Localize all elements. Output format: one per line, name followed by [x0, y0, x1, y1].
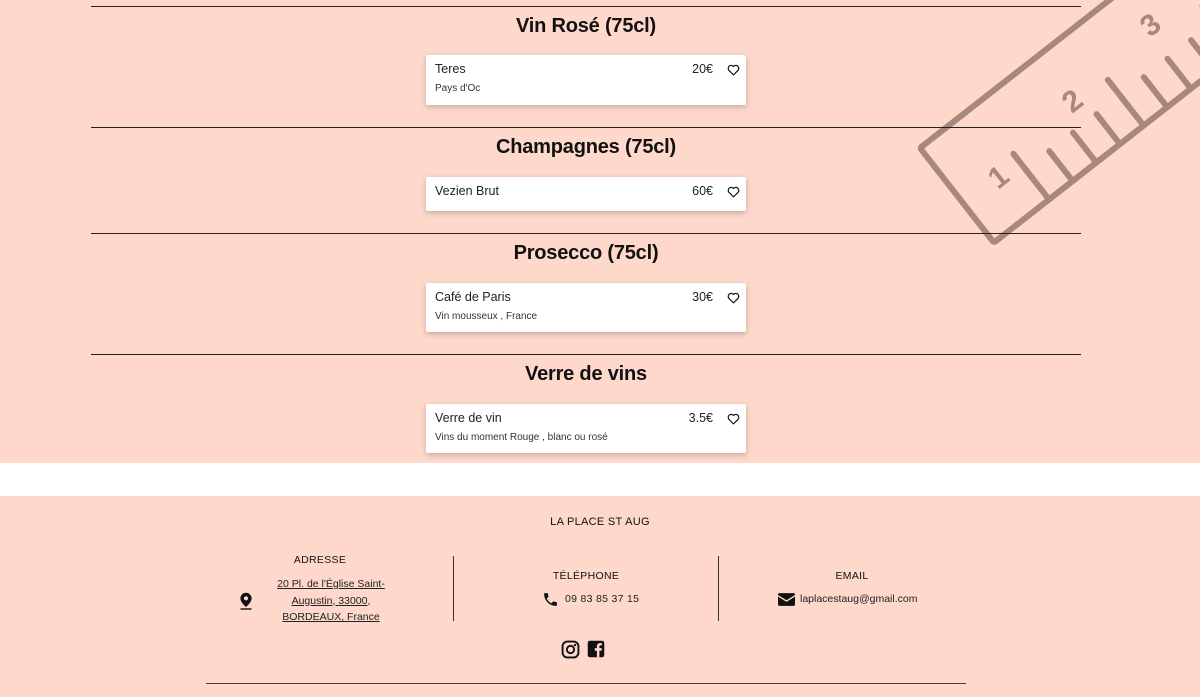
address-link[interactable]: 20 Pl. de l'Église Saint- Augustin, 3300… [268, 576, 394, 626]
email-address[interactable]: laplacestaug@gmail.com [800, 593, 917, 605]
phone-title: TÉLÉPHONE [552, 570, 620, 582]
item-description: Pays d'Oc [435, 83, 481, 94]
footer-divider [206, 683, 966, 684]
item-price: 3.5€ [688, 411, 713, 425]
section-title: Vin Rosé (75cl) [515, 15, 657, 37]
menu-item-card[interactable]: Café de Paris 30€ Vin mousseux , France [426, 283, 746, 332]
menu-area: 1 2 3 Vin Rosé (75cl) Teres 20€ Pays d'O… [0, 0, 1200, 463]
item-description: Vin mousseux , France [435, 311, 538, 322]
section-vin-rose: Vin Rosé (75cl) Teres 20€ Pays d'Oc [91, 6, 1081, 127]
instagram-icon[interactable] [561, 640, 580, 659]
item-description: Vins du moment Rouge , blanc ou rosé [435, 432, 608, 443]
menu-item-card[interactable]: Verre de vin 3.5€ Vins du moment Rouge ,… [426, 404, 746, 453]
section-title: Champagnes (75cl) [496, 136, 676, 158]
item-name: Café de Paris [435, 290, 511, 304]
phone-icon [544, 593, 557, 606]
item-name: Vezien Brut [435, 184, 499, 198]
column-divider [718, 556, 719, 621]
ruler-number-3: 3 [1134, 7, 1167, 43]
section-title: Verre de vins [525, 363, 647, 385]
envelope-icon [778, 593, 795, 606]
menu-item-card[interactable]: Vezien Brut 60€ [426, 177, 746, 211]
section-title: Prosecco (75cl) [513, 242, 659, 264]
footer: LA PLACE ST AUG ADRESSE 20 Pl. de l'Égli… [0, 496, 1200, 697]
item-price: 20€ [692, 62, 713, 76]
address-line-2: Augustin, 33000, [291, 594, 371, 607]
phone-number[interactable]: 09 83 85 37 15 [565, 593, 639, 605]
heart-icon[interactable] [727, 413, 740, 425]
item-name: Verre de vin [435, 411, 502, 425]
item-price: 30€ [692, 290, 713, 304]
address-title: ADRESSE [293, 554, 347, 566]
facebook-icon[interactable] [587, 640, 605, 658]
address-line-3: BORDEAUX, France [282, 611, 380, 623]
heart-icon[interactable] [727, 292, 740, 304]
address-line-1: 20 Pl. de l'Église Saint- [277, 578, 385, 590]
section-prosecco: Prosecco (75cl) Café de Paris 30€ Vin mo… [91, 233, 1081, 354]
footer-brand: LA PLACE ST AUG [550, 516, 650, 528]
column-divider [453, 556, 454, 621]
menu-item-card[interactable]: Teres 20€ Pays d'Oc [426, 55, 746, 105]
heart-icon[interactable] [727, 186, 740, 198]
section-champagnes: Champagnes (75cl) Vezien Brut 60€ [91, 127, 1081, 233]
item-name: Teres [435, 62, 466, 76]
location-pin-icon [240, 592, 252, 610]
email-title: EMAIL [835, 570, 869, 582]
heart-icon[interactable] [727, 64, 740, 76]
item-price: 60€ [692, 184, 713, 198]
section-verre-de-vins: Verre de vins Verre de vin 3.5€ Vins du … [91, 354, 1081, 463]
